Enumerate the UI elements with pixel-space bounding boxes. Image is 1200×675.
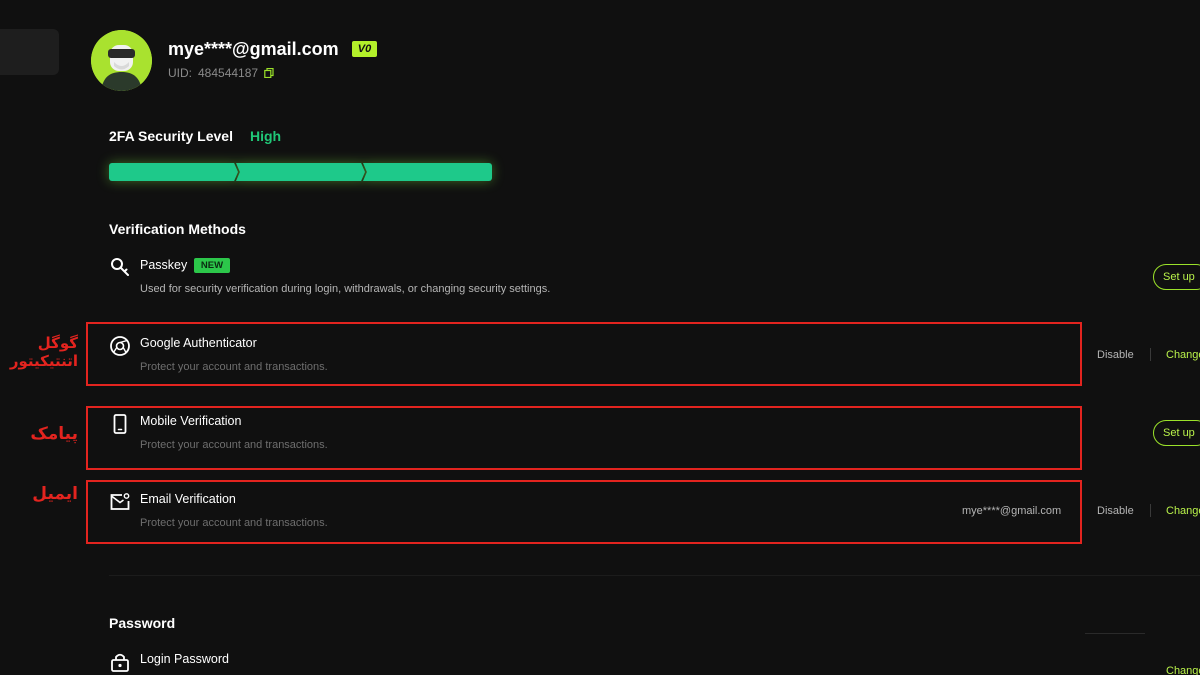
login-password-change-link[interactable]: Change [1166, 665, 1200, 675]
annotation-label-mobile: پیامک [30, 424, 78, 444]
password-section-title: Password [109, 615, 176, 631]
sidebar-item-active[interactable] [0, 29, 59, 75]
key-icon [111, 258, 129, 276]
mobile-setup-button[interactable]: Set up [1153, 420, 1200, 446]
passkey-name: Passkey [140, 258, 188, 272]
progress-segment-1 [109, 163, 238, 181]
vip-badge: V0 [352, 41, 377, 57]
action-separator [1150, 504, 1151, 517]
passkey-setup-button[interactable]: Set up [1153, 264, 1200, 290]
annotation-box-email [86, 480, 1082, 544]
copy-icon[interactable] [264, 68, 274, 78]
faint-divider [1085, 633, 1145, 634]
section-divider [109, 575, 1200, 576]
verification-methods-title: Verification Methods [109, 221, 246, 237]
action-separator [1150, 348, 1151, 361]
uid-value: 484544187 [198, 66, 259, 80]
security-level-progress [109, 163, 492, 181]
account-email: mye****@gmail.com [168, 39, 339, 59]
uid-row: UID: 484544187 [168, 66, 274, 80]
google-authenticator-disable-link[interactable]: Disable [1097, 349, 1134, 361]
security-level-value: High [250, 128, 282, 144]
email-disable-link[interactable]: Disable [1097, 505, 1134, 517]
annotation-label-google: گوگل اتنتیکیتور [8, 334, 78, 370]
progress-segment-2 [236, 163, 365, 181]
security-settings-page: mye****@gmail.com V0 UID: 484544187 2FA … [0, 0, 1200, 675]
google-authenticator-change-link[interactable]: Change [1166, 349, 1200, 361]
annotation-box-google [86, 322, 1082, 386]
security-level-title: 2FA Security Level [109, 128, 233, 144]
lock-icon [111, 653, 129, 672]
annotation-google-line-2: اتنتیکیتور [9, 352, 78, 370]
passkey-description: Used for security verification during lo… [140, 283, 551, 295]
uid-label: UID: [168, 66, 192, 80]
annotation-box-mobile [86, 406, 1082, 470]
email-change-link[interactable]: Change [1166, 505, 1200, 517]
avatar-illustration [91, 30, 152, 91]
annotation-label-email: ایمیل [32, 484, 78, 504]
login-password-name: Login Password [140, 652, 229, 666]
annotation-google-line-1: گوگل [37, 334, 78, 352]
avatar [91, 30, 152, 91]
progress-segment-3 [363, 163, 492, 181]
new-badge: NEW [194, 258, 230, 273]
